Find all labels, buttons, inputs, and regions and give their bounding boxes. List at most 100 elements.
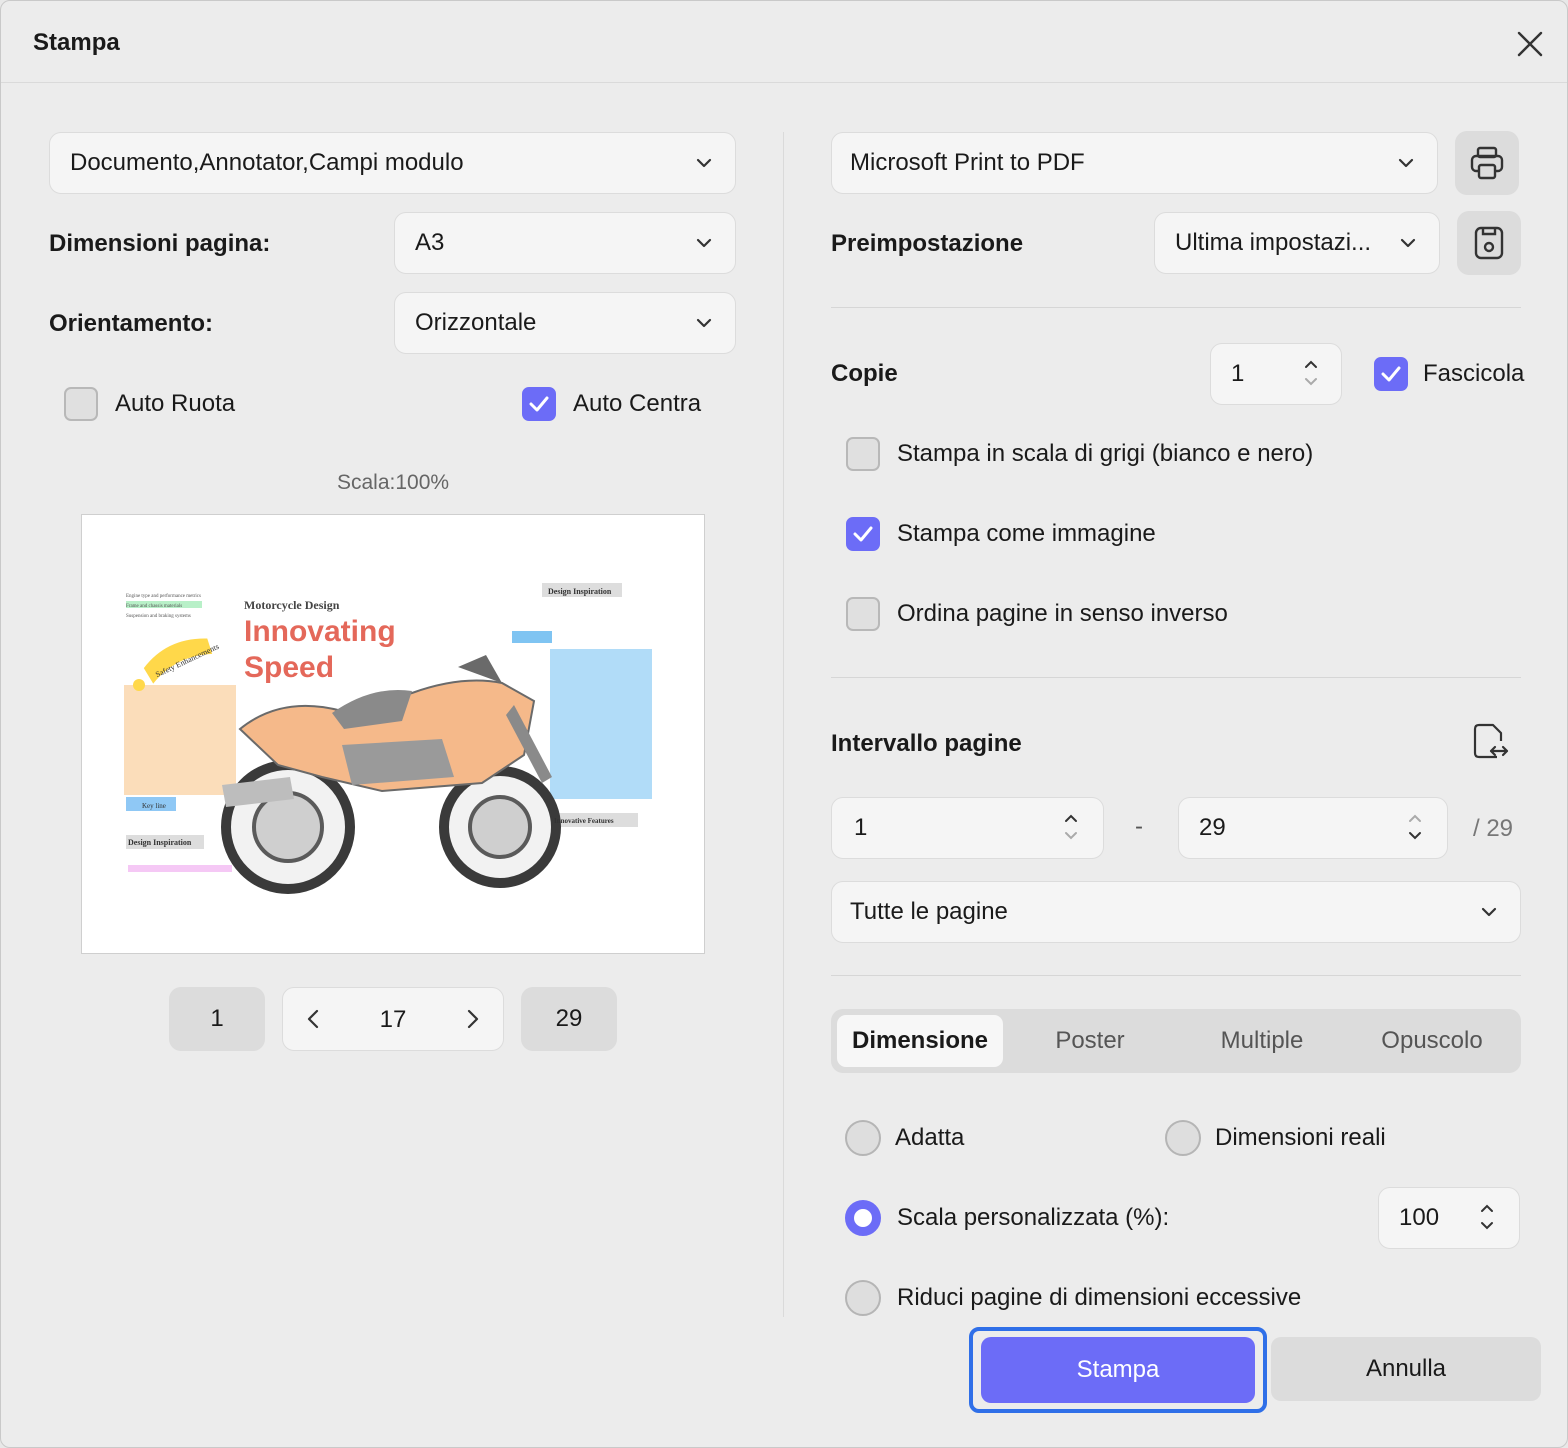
tab-multiple[interactable]: Multiple xyxy=(1177,1015,1347,1067)
printer-properties-button[interactable] xyxy=(1455,131,1519,195)
chevron-down-icon xyxy=(1400,238,1416,248)
collate-label: Fascicola xyxy=(1423,360,1525,387)
shrink-oversized-radio[interactable] xyxy=(845,1280,881,1316)
preview-keyline: Key line xyxy=(142,802,166,810)
copies-label: Copie xyxy=(831,360,898,387)
custom-scale-value: 100 xyxy=(1399,1204,1440,1231)
save-icon xyxy=(1474,226,1504,260)
tab-opuscolo[interactable]: Opuscolo xyxy=(1347,1015,1517,1067)
motorcycle-drawing xyxy=(221,655,561,894)
printer-value: Microsoft Print to PDF xyxy=(850,149,1085,176)
range-mode-value: Tutte le pagine xyxy=(850,898,1008,925)
preview-subtitle: Motorcycle Design xyxy=(244,598,340,612)
stepper-arrows-icon[interactable] xyxy=(1479,1202,1495,1232)
section-divider xyxy=(831,307,1521,308)
grayscale-label: Stampa in scala di grigi (bianco e nero) xyxy=(897,440,1314,467)
chevron-down-icon xyxy=(1398,158,1414,168)
checkmark-icon xyxy=(1381,366,1401,382)
collate-checkbox[interactable] xyxy=(1374,357,1408,391)
page-size-select[interactable]: A3 xyxy=(394,212,736,274)
fit-label: Adatta xyxy=(895,1124,965,1151)
printer-select[interactable]: Microsoft Print to PDF xyxy=(831,132,1438,194)
range-from-value: 1 xyxy=(854,814,868,841)
chevron-down-icon xyxy=(696,318,712,328)
orientation-select[interactable]: Orizzontale xyxy=(394,292,736,354)
orientation-label: Orientamento: xyxy=(49,310,214,337)
preview-note-3: Suspension and braking systems xyxy=(126,614,191,619)
print-button[interactable]: Stampa xyxy=(981,1337,1255,1403)
checkmark-icon xyxy=(529,396,549,412)
range-from-stepper[interactable]: 1 xyxy=(831,797,1104,859)
tab-dimensione[interactable]: Dimensione xyxy=(837,1015,1003,1067)
section-divider xyxy=(831,975,1521,976)
layout-tabs: Dimensione Poster Multiple Opuscolo xyxy=(831,1009,1521,1073)
chevron-down-icon xyxy=(1481,907,1497,917)
close-icon xyxy=(1517,31,1543,57)
print-as-image-checkbox[interactable] xyxy=(846,517,880,551)
stepper-arrows-icon[interactable] xyxy=(1407,812,1423,842)
page-navigator: 17 xyxy=(282,987,504,1051)
preview-design-inspiration-left: Design Inspiration xyxy=(128,838,192,847)
cancel-button[interactable]: Annulla xyxy=(1271,1337,1541,1401)
fit-radio[interactable] xyxy=(845,1120,881,1156)
preview-title-line1: Innovating xyxy=(244,615,396,648)
shrink-oversized-label: Riduci pagine di dimensioni eccessive xyxy=(897,1284,1302,1311)
print-button-focus-ring: Stampa xyxy=(969,1327,1267,1413)
content-select[interactable]: Documento,Annotator,Campi modulo xyxy=(49,132,736,194)
preview-title-line2: Speed xyxy=(244,651,334,684)
reverse-order-checkbox[interactable] xyxy=(846,597,880,631)
actual-size-radio[interactable] xyxy=(1165,1120,1201,1156)
copies-stepper[interactable]: 1 xyxy=(1210,343,1342,405)
chevron-down-icon xyxy=(696,158,712,168)
close-button[interactable] xyxy=(1509,23,1551,65)
tab-poster[interactable]: Poster xyxy=(1007,1015,1173,1067)
content-select-value: Documento,Annotator,Campi modulo xyxy=(70,149,464,176)
preview-design-inspiration-right: Design Inspiration xyxy=(548,587,612,596)
reverse-order-label: Ordina pagine in senso inverso xyxy=(897,600,1228,627)
custom-scale-label: Scala personalizzata (%): xyxy=(897,1204,1170,1231)
preview-innovative-features: Innovative Features xyxy=(554,817,614,825)
stepper-arrows-icon[interactable] xyxy=(1303,358,1319,388)
range-to-stepper[interactable]: 29 xyxy=(1178,797,1448,859)
range-mode-select[interactable]: Tutte le pagine xyxy=(831,881,1521,943)
custom-scale-radio[interactable] xyxy=(845,1200,881,1236)
auto-rotate-label: Auto Ruota xyxy=(115,390,236,417)
preview-illustration: Motorcycle Design Innovating Speed Engin… xyxy=(124,583,652,894)
page-size-label: Dimensioni pagina: xyxy=(49,230,271,257)
chevron-down-icon xyxy=(696,238,712,248)
preview-note-1: Engine type and performance metrics xyxy=(126,594,201,599)
title-bar: Stampa xyxy=(1,1,1567,83)
first-page-button[interactable]: 1 xyxy=(169,987,265,1051)
print-dialog: Stampa Documento,Annotator,Campi modulo … xyxy=(0,0,1568,1448)
save-preset-button[interactable] xyxy=(1457,211,1521,275)
custom-scale-stepper[interactable]: 100 xyxy=(1378,1187,1520,1249)
auto-center-checkbox[interactable] xyxy=(522,387,556,421)
chevron-right-icon[interactable] xyxy=(465,1008,481,1030)
copies-value: 1 xyxy=(1231,360,1245,387)
print-as-image-label: Stampa come immagine xyxy=(897,520,1156,547)
grayscale-checkbox[interactable] xyxy=(846,437,880,471)
section-divider xyxy=(831,677,1521,678)
auto-center-label: Auto Centra xyxy=(573,390,702,417)
dialog-title: Stampa xyxy=(33,29,120,56)
page-preview: Motorcycle Design Innovating Speed Engin… xyxy=(81,514,705,954)
checkmark-icon xyxy=(853,526,873,542)
page-range-label: Intervallo pagine xyxy=(831,730,1022,757)
range-to-value: 29 xyxy=(1199,814,1226,841)
range-dash: - xyxy=(1135,813,1143,840)
swap-range-icon[interactable] xyxy=(1471,723,1511,763)
range-total: / 29 xyxy=(1473,815,1514,842)
preset-label: Preimpostazione xyxy=(831,230,1024,257)
stepper-arrows-icon[interactable] xyxy=(1063,812,1079,842)
page-size-value: A3 xyxy=(415,229,445,256)
printer-icon xyxy=(1470,146,1504,180)
column-divider xyxy=(783,132,784,1317)
preview-note-2: Frame and chassis materials xyxy=(126,604,182,609)
scale-indicator: Scala:100% xyxy=(337,471,450,494)
last-page-button[interactable]: 29 xyxy=(521,987,617,1051)
auto-rotate-checkbox[interactable] xyxy=(64,387,98,421)
orientation-value: Orizzontale xyxy=(415,309,537,336)
actual-size-label: Dimensioni reali xyxy=(1215,1124,1386,1151)
preset-value: Ultima impostazi... xyxy=(1175,229,1372,256)
preset-select[interactable]: Ultima impostazi... xyxy=(1154,212,1440,274)
